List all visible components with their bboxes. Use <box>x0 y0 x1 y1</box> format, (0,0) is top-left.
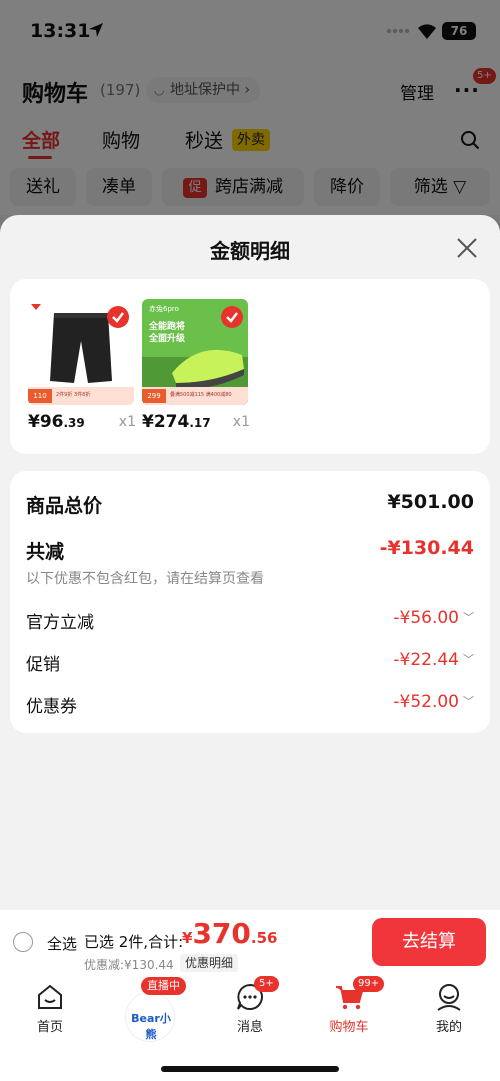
promotion-value: -¥22.44 <box>393 650 459 670</box>
tab-messages-label: 消息 <box>236 1020 263 1035</box>
chevron-down-icon: ﹀ <box>463 611 474 624</box>
product-price: ¥274.17 <box>142 412 211 432</box>
tab-home-label: 首页 <box>36 1020 63 1035</box>
selection-summary: 已选 2件,合计: <box>84 933 184 951</box>
product-price: ¥96.39 <box>28 412 85 432</box>
tab-home[interactable]: 首页 <box>10 982 90 1035</box>
total-price: ¥370.56 <box>182 917 277 950</box>
promotion-row[interactable]: 促销 -¥22.44 ﹀ <box>26 650 474 675</box>
live-brand-logo[interactable]: Bear小熊 <box>125 992 175 1042</box>
total-currency: ¥ <box>182 929 193 947</box>
chevron-down-icon: ﹀ <box>463 695 474 708</box>
product-quantity: x1 <box>118 414 136 430</box>
shoe-banner-brand: 赤兔6pro <box>149 305 179 313</box>
select-all-label[interactable]: 全选 <box>47 933 77 954</box>
cart-badge: 99+ <box>353 976 385 992</box>
discount-detail-button[interactable]: 优惠明细 <box>180 954 239 972</box>
total-integer: 370 <box>192 917 251 950</box>
promo-strip-text: 2件9折 3件8折 <box>56 392 91 398</box>
close-icon[interactable] <box>456 237 478 259</box>
price-decimal: .39 <box>63 416 85 430</box>
tab-cart-label: 购物车 <box>329 1020 369 1035</box>
messages-badge: 5+ <box>254 976 279 992</box>
total-discount-value: -¥130.44 <box>379 537 474 559</box>
subtotal-row: 商品总价 ¥501.00 <box>26 491 474 517</box>
tab-mine[interactable]: 我的 <box>409 982 489 1035</box>
selected-check-icon[interactable] <box>221 306 243 328</box>
coupon-label: 优惠券 <box>26 697 77 717</box>
official-discount-amount: -¥56.00 ﹀ <box>393 608 474 628</box>
promotion-amount: -¥22.44 ﹀ <box>393 650 474 670</box>
promo-strip: 299 叠满500减115 满400减80 <box>142 387 248 405</box>
promotion-label: 促销 <box>26 655 60 675</box>
shoe-banner-line2: 全面升级 <box>149 334 186 344</box>
checkout-button[interactable]: 去结算 <box>372 918 486 966</box>
product-image-shoe: 赤兔6pro 全能跑将 全面升级 299 叠满500减115 满400减80 <box>142 299 248 405</box>
discount-summary: 优惠减:¥130.44 <box>84 958 174 972</box>
product-quantity: x1 <box>232 414 250 430</box>
promo-strip: 110 2件9折 3件8折 <box>28 387 134 405</box>
select-all-checkbox[interactable] <box>13 932 33 952</box>
selected-products-card: 110 2件9折 3件8折 ¥96.39 x1 赤兔6pro 全能跑将 全面升级 <box>10 279 490 454</box>
bottom-tab-bar: 首页 Bear小熊 直播中 消息 5+ 购物车 99+ 我的 <box>0 974 500 1081</box>
price-decimal: .17 <box>189 416 211 430</box>
promo-strip-tag: 299 <box>142 389 166 403</box>
promo-strip-text: 叠满500减115 满400减80 <box>170 392 232 398</box>
coupon-amount: -¥52.00 ﹀ <box>393 692 474 712</box>
price-integer: ¥96 <box>28 412 64 432</box>
amount-breakdown-card: 商品总价 ¥501.00 共减 -¥130.44 以下优惠不包含红包，请在结算页… <box>10 471 490 733</box>
official-discount-row[interactable]: 官方立减 -¥56.00 ﹀ <box>26 608 474 633</box>
discount-note: 以下优惠不包含红包，请在结算页查看 <box>26 571 264 587</box>
profile-icon <box>437 984 461 1011</box>
total-decimal: .56 <box>250 929 278 947</box>
home-icon <box>38 984 62 1009</box>
product-image-shorts: 110 2件9折 3件8折 <box>28 299 134 405</box>
sheet-title: 金额明细 <box>210 239 290 263</box>
subtotal-value: ¥501.00 <box>387 491 474 513</box>
live-badge: 直播中 <box>141 977 186 995</box>
selected-check-icon[interactable] <box>107 306 129 328</box>
total-discount-row: 共减 -¥130.44 <box>26 537 474 563</box>
subtotal-label: 商品总价 <box>26 495 103 517</box>
tab-messages[interactable]: 消息 5+ <box>210 976 290 1035</box>
total-discount-label: 共减 <box>26 541 65 563</box>
brand-logo-text: Bear小熊 <box>131 1012 171 1041</box>
promo-strip-tag: 110 <box>28 389 52 403</box>
chevron-down-icon: ﹀ <box>463 653 474 666</box>
official-discount-label: 官方立减 <box>26 613 94 633</box>
home-indicator <box>161 1066 339 1072</box>
coupon-row[interactable]: 优惠券 -¥52.00 ﹀ <box>26 692 474 717</box>
coupon-value: -¥52.00 <box>393 692 459 712</box>
tab-cart[interactable]: 购物车 99+ <box>309 976 389 1035</box>
price-integer: ¥274 <box>142 412 190 432</box>
checkout-bar: 全选 已选 2件,合计: ¥370.56 优惠减:¥130.44 优惠明细 去结… <box>0 910 500 974</box>
official-discount-value: -¥56.00 <box>393 608 459 628</box>
tab-mine-label: 我的 <box>435 1020 462 1035</box>
